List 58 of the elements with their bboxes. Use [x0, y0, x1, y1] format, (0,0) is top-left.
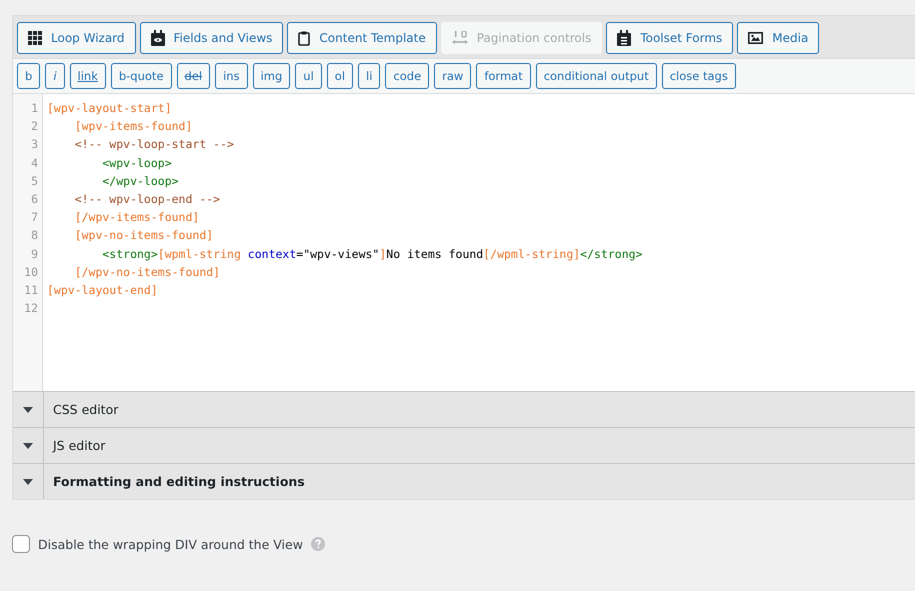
checkbox[interactable] — [12, 535, 30, 553]
grid-icon — [28, 31, 42, 45]
code-line: <wpv-loop> — [101, 156, 172, 170]
collapsible-section[interactable]: JS editor — [13, 427, 915, 463]
help-icon[interactable] — [310, 537, 325, 551]
clipboard-form-icon — [617, 30, 632, 46]
code-line: [/wpv-items-found] — [74, 210, 200, 224]
clipboard-icon — [298, 30, 310, 46]
quicktag-button[interactable]: close tags — [662, 63, 736, 89]
code-line: [/wpv-no-items-found] — [74, 264, 220, 279]
quicktag-button[interactable]: format — [476, 63, 531, 89]
line-number: 9 — [31, 246, 39, 263]
collapsible-section[interactable]: CSS editor — [13, 391, 915, 427]
line-number: 5 — [31, 172, 39, 190]
collapsible-section[interactable]: Formatting and editing instructions — [13, 463, 915, 499]
quicktag-button[interactable]: link — [70, 63, 106, 89]
section-title: CSS editor — [52, 402, 118, 417]
line-number: 8 — [31, 227, 39, 244]
code-line: </wpv-loop> — [101, 174, 179, 188]
quicktag-button[interactable]: ol — [326, 63, 354, 89]
line-number: 4 — [31, 154, 39, 172]
toolbar-button[interactable]: Toolset Forms — [606, 22, 734, 54]
toolbar-button[interactable]: Media — [737, 22, 820, 54]
line-number: 7 — [31, 209, 39, 226]
id-card-icon — [150, 30, 165, 46]
quicktag-button[interactable]: i — [45, 63, 65, 89]
line-number: 11 — [24, 282, 39, 300]
line-number: 6 — [31, 191, 39, 208]
code-line: <strong>[wpml-string context="wpv-views"]No items found[/wpml-string]</strong> — [101, 246, 642, 261]
line-number: 12 — [24, 300, 39, 318]
line-number: 1 — [31, 100, 39, 117]
quicktag-button[interactable]: b — [17, 63, 40, 89]
code-line: [wpv-no-items-found] — [74, 228, 214, 242]
quicktag-button[interactable]: ins — [215, 63, 248, 89]
quicktag-button[interactable]: code — [385, 63, 430, 89]
quicktag-button[interactable]: del — [176, 63, 210, 89]
checkbox-label: Disable the wrapping DIV around the View — [38, 536, 303, 552]
code-line: [wpv-items-found] — [74, 119, 192, 134]
quicktag-button[interactable]: conditional output — [536, 63, 657, 89]
toolbar-button[interactable]: Content Template — [287, 22, 437, 54]
quicktag-button[interactable]: b-quote — [110, 63, 172, 89]
pagination-icon — [452, 31, 468, 45]
section-title: JS editor — [51, 438, 106, 453]
code-line: [wpv-layout-end] — [47, 283, 158, 298]
quicktag-button[interactable]: ul — [295, 63, 322, 89]
line-number: 10 — [24, 264, 39, 281]
toolbar-button[interactable]: Loop Wizard — [17, 22, 136, 54]
code-line: [wpv-layout-start] — [47, 101, 172, 115]
image-icon — [748, 32, 764, 44]
quicktag-button[interactable]: li — [358, 63, 380, 89]
toolbar-button[interactable]: Fields and Views — [140, 22, 284, 54]
quicktag-button[interactable]: raw — [434, 63, 472, 89]
code-line: <!-- wpv-loop-start --> — [74, 137, 234, 152]
line-number: 3 — [31, 136, 39, 154]
section-title: Formatting and editing instructions — [52, 474, 305, 489]
line-number: 2 — [31, 118, 39, 136]
quicktag-button[interactable]: img — [252, 63, 290, 89]
code-line: <!-- wpv-loop-end --> — [74, 192, 220, 206]
